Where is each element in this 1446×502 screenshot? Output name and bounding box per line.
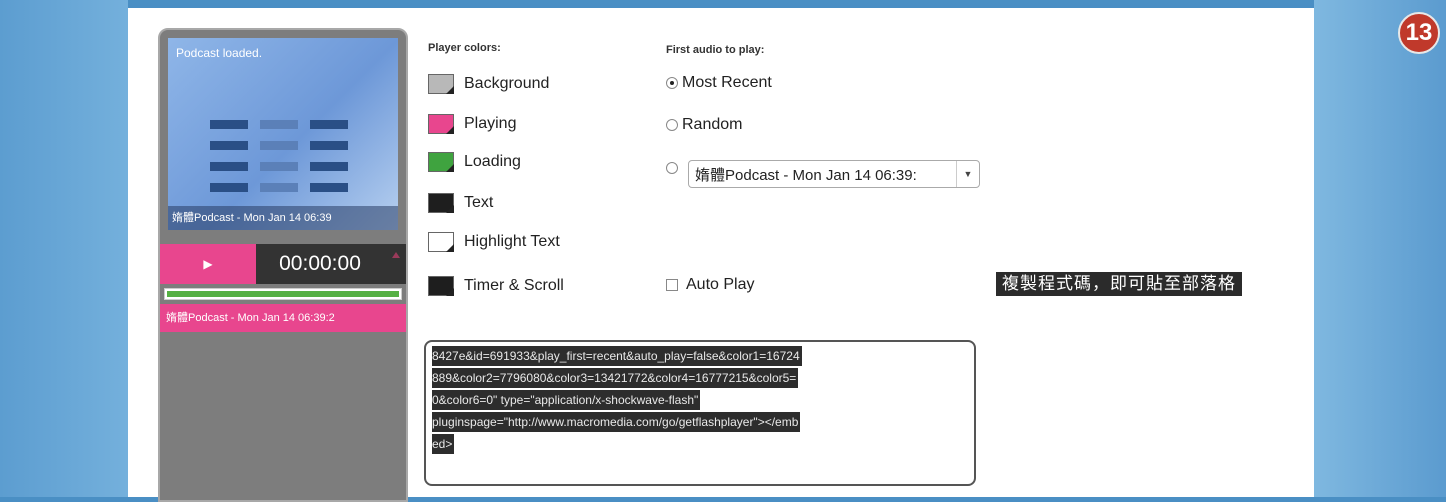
color-label-timer-scroll: Timer & Scroll (464, 277, 564, 294)
player-controls: ▶ 00:00:00 (160, 244, 406, 284)
step-number-badge: 13 (1398, 12, 1440, 54)
play-button[interactable]: ▶ (160, 244, 256, 284)
color-swatch-timer-scroll[interactable] (428, 276, 454, 296)
auto-play-label: Auto Play (686, 276, 755, 293)
right-background: 13 (1314, 0, 1446, 497)
color-swatch-text[interactable] (428, 193, 454, 213)
first-audio-label: First audio to play: (666, 44, 765, 56)
play-icon: ▶ (203, 257, 213, 271)
left-background (0, 0, 128, 497)
embed-code-line: 889&color2=7796080&color3=13421772&color… (432, 368, 799, 388)
auto-play-checkbox[interactable] (666, 279, 678, 291)
podcast-player-preview: Podcast loaded. 媠體Podcast - Mon Jan 14 0… (158, 28, 408, 502)
color-option-highlight-text[interactable]: Highlight Text (428, 232, 560, 252)
radio-button-most-recent[interactable] (666, 77, 678, 89)
episode-select[interactable]: 媠體Podcast - Mon Jan 14 06:39: ▼ (688, 160, 980, 188)
embed-code-line: pluginspage="http://www.macromedia.com/g… (432, 412, 801, 432)
radio-label-random: Random (682, 116, 743, 133)
player-progress-fill (167, 291, 399, 297)
color-label-playing: Playing (464, 115, 517, 132)
radio-button-random[interactable] (666, 119, 678, 131)
color-label-text: Text (464, 194, 494, 211)
auto-play-option[interactable]: Auto Play (666, 276, 754, 294)
volume-up-icon[interactable] (392, 252, 400, 258)
radio-specific-episode[interactable] (666, 162, 678, 174)
color-swatch-highlight-text[interactable] (428, 232, 454, 252)
color-label-highlight-text: Highlight Text (464, 233, 560, 250)
color-label-loading: Loading (464, 153, 521, 170)
color-swatch-playing[interactable] (428, 114, 454, 134)
player-timer: 00:00:00 (279, 252, 361, 275)
instruction-caption: 複製程式碼，即可貼至部落格 (996, 272, 1242, 296)
embed-code-line: ed> (432, 434, 455, 454)
color-option-timer-scroll[interactable]: Timer & Scroll (428, 276, 564, 296)
radio-label-most-recent: Most Recent (682, 74, 772, 91)
embed-code-line: 0&color6=0" type="application/x-shockwav… (432, 390, 701, 410)
player-track-title: 媠體Podcast - Mon Jan 14 06:39 (168, 206, 398, 230)
color-option-background[interactable]: Background (428, 74, 549, 94)
player-playlist-item[interactable]: 媠體Podcast - Mon Jan 14 06:39:2 (160, 304, 406, 332)
color-swatch-loading[interactable] (428, 152, 454, 172)
radio-most-recent[interactable]: Most Recent (666, 74, 772, 92)
player-screen: Podcast loaded. 媠體Podcast - Mon Jan 14 0… (168, 38, 398, 230)
color-option-playing[interactable]: Playing (428, 114, 516, 134)
color-option-text[interactable]: Text (428, 193, 493, 213)
embed-code-line: 8427e&id=691933&play_first=recent&auto_p… (432, 346, 802, 366)
color-label-background: Background (464, 75, 550, 92)
color-swatch-background[interactable] (428, 74, 454, 94)
player-colors-label: Player colors: (428, 42, 501, 54)
settings-panel: Podcast loaded. 媠體Podcast - Mon Jan 14 0… (128, 8, 1314, 502)
episode-select-value: 媠體Podcast - Mon Jan 14 06:39: (695, 166, 917, 184)
player-status-text: Podcast loaded. (176, 46, 263, 60)
equalizer-graphic (210, 120, 360, 204)
player-progress-bar[interactable] (164, 288, 402, 300)
radio-random[interactable]: Random (666, 116, 742, 134)
color-option-loading[interactable]: Loading (428, 152, 521, 172)
embed-code-textarea[interactable]: 8427e&id=691933&play_first=recent&auto_p… (424, 340, 976, 486)
chevron-down-icon[interactable]: ▼ (956, 161, 979, 187)
radio-button-specific-episode[interactable] (666, 162, 678, 174)
